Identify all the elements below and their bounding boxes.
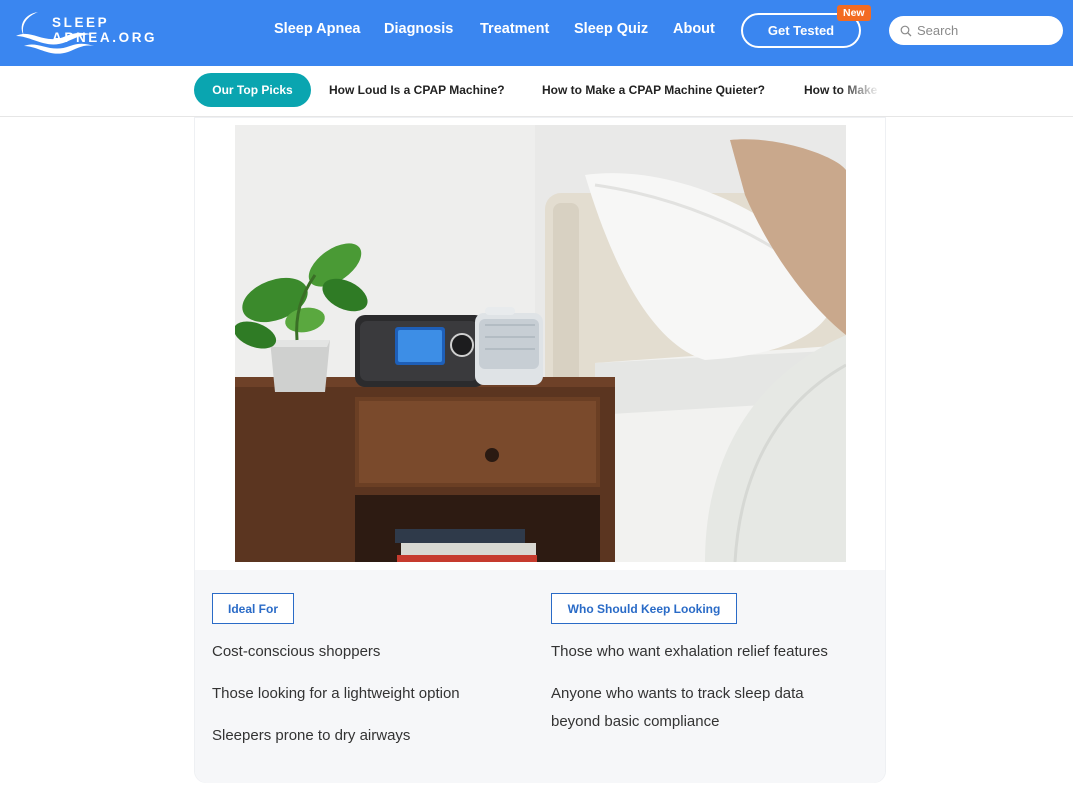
nav-sleep-apnea[interactable]: Sleep Apnea — [274, 21, 361, 37]
site-header: SLEEP APNEA.ORG Sleep Apnea Diagnosis Tr… — [0, 0, 1073, 66]
ideal-for-tag: Ideal For — [212, 593, 294, 624]
product-card: Ideal For Cost-conscious shoppers Those … — [194, 117, 886, 783]
product-image — [235, 125, 846, 562]
nav-treatment[interactable]: Treatment — [480, 21, 549, 37]
search-input[interactable] — [917, 23, 1047, 38]
subnav-fade — [840, 76, 890, 106]
site-logo[interactable]: SLEEP APNEA.ORG — [14, 6, 204, 54]
keep-looking-item: Anyone who wants to track sleep data bey… — [551, 685, 804, 730]
keep-looking-item: Those who want exhalation relief feature… — [551, 643, 828, 660]
article-subnav: Our Top Picks How Loud Is a CPAP Machine… — [0, 66, 1073, 117]
ideal-for-item: Those looking for a lightweight option — [212, 685, 460, 702]
subnav-how-loud-cpap[interactable]: How Loud Is a CPAP Machine? — [329, 83, 505, 97]
subnav-our-top-picks[interactable]: Our Top Picks — [194, 73, 311, 107]
new-badge: New — [837, 5, 871, 21]
nav-about[interactable]: About — [673, 21, 715, 37]
search-icon — [900, 25, 912, 36]
logo-text: SLEEP APNEA.ORG — [52, 15, 158, 45]
subnav-cpap-quieter[interactable]: How to Make a CPAP Machine Quieter? — [542, 83, 765, 97]
nav-sleep-quiz[interactable]: Sleep Quiz — [574, 21, 648, 37]
cpap-bedside-illustration — [235, 125, 846, 562]
nav-diagnosis[interactable]: Diagnosis — [384, 21, 453, 37]
fit-details: Ideal For Cost-conscious shoppers Those … — [195, 570, 885, 783]
ideal-for-item: Cost-conscious shoppers — [212, 643, 381, 660]
ideal-for-item: Sleepers prone to dry airways — [212, 727, 411, 744]
search-box[interactable] — [889, 16, 1063, 45]
keep-looking-tag: Who Should Keep Looking — [551, 593, 737, 624]
